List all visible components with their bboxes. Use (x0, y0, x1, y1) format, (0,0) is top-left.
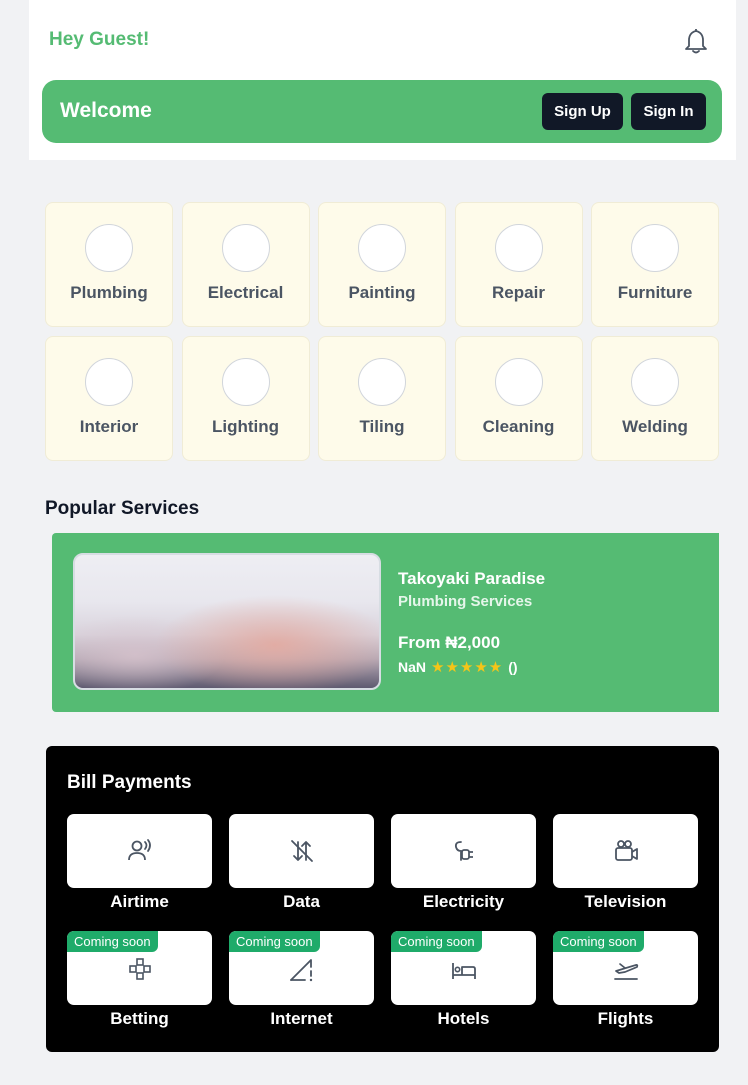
service-price: From ₦2,000 (398, 633, 501, 652)
coming-soon-badge: Coming soon (553, 931, 644, 952)
coming-soon-badge: Coming soon (229, 931, 320, 952)
bill-item-box (553, 814, 698, 888)
category-tile-interior[interactable]: Interior (45, 336, 173, 461)
category-label: Welding (622, 417, 688, 436)
category-tile-repair[interactable]: Repair (454, 202, 583, 327)
bill-item-betting[interactable]: Coming soon Betting (67, 931, 212, 1046)
bill-item-television[interactable]: Television (553, 814, 698, 929)
television-camera-icon (615, 840, 638, 861)
bill-item-label: Electricity (422, 892, 505, 911)
service-name: Takoyaki Paradise (398, 569, 546, 588)
category-image-placeholder (631, 358, 679, 406)
bill-item-label: Internet (270, 1009, 333, 1028)
sign-in-button[interactable]: Sign In (631, 93, 706, 130)
bill-item-box (67, 814, 212, 888)
welcome-text: Welcome (60, 99, 152, 122)
bill-item-label: Airtime (110, 892, 169, 911)
coming-soon-badge: Coming soon (67, 931, 158, 952)
category-tile-furniture[interactable]: Furniture (591, 202, 719, 327)
review-count: () (508, 659, 518, 675)
category-tile-plumbing[interactable]: Plumbing (45, 202, 173, 327)
bill-payments-panel: Bill Payments Airtime Data Electricity T… (46, 746, 719, 1052)
category-label: Plumbing (70, 283, 148, 302)
category-image-placeholder (494, 224, 543, 272)
service-card[interactable]: Takoyaki Paradise Plumbing Services From… (52, 533, 719, 712)
category-grid: Plumbing Electrical Painting Repair Furn… (45, 202, 720, 461)
category-label: Interior (79, 417, 139, 436)
category-tile-lighting[interactable]: Lighting (181, 336, 310, 461)
bill-item-box: Coming soon (67, 931, 212, 1005)
category-image-placeholder (358, 224, 406, 272)
bill-item-box (229, 814, 374, 888)
sign-up-button[interactable]: Sign Up (542, 93, 623, 130)
category-image-placeholder (358, 358, 406, 406)
airtime-icon (128, 839, 151, 861)
category-label: Electrical (207, 283, 284, 302)
greeting-text: Hey Guest! (49, 29, 150, 50)
bill-item-label: Data (283, 892, 320, 911)
bill-item-box (391, 814, 536, 888)
welcome-banner: Welcome Sign Up Sign In (42, 80, 722, 143)
bill-payments-title: Bill Payments (67, 772, 192, 793)
bill-item-box: Coming soon (553, 931, 698, 1005)
bill-item-data[interactable]: Data (229, 814, 374, 929)
category-image-placeholder (221, 358, 270, 406)
bill-item-box: Coming soon (391, 931, 536, 1005)
flight-takeoff-icon (614, 963, 639, 980)
top-header: Hey Guest! Welcome Sign Up Sign In (29, 0, 736, 160)
category-image-placeholder (494, 358, 543, 406)
electricity-plug-icon (454, 841, 473, 861)
category-label: Furniture (617, 283, 693, 302)
bill-item-internet[interactable]: Coming soon Internet (229, 931, 374, 1046)
category-label: Painting (348, 283, 416, 302)
hotel-bed-icon (452, 963, 476, 979)
service-rating: NaN ★★★★★ () (398, 658, 518, 676)
bill-item-label: Flights (597, 1009, 654, 1028)
bill-item-flights[interactable]: Coming soon Flights (553, 931, 698, 1046)
data-icon (291, 840, 313, 862)
category-tile-electrical[interactable]: Electrical (181, 202, 310, 327)
service-category: Plumbing Services (398, 593, 533, 610)
service-image (73, 553, 381, 690)
bill-item-label: Betting (110, 1009, 169, 1028)
internet-signal-icon (290, 959, 313, 982)
betting-gamepad-icon (129, 958, 151, 980)
bill-item-hotels[interactable]: Coming soon Hotels (391, 931, 536, 1046)
category-image-placeholder (221, 224, 270, 272)
category-tile-tiling[interactable]: Tiling (318, 336, 446, 461)
category-label: Lighting (211, 417, 280, 436)
category-image-placeholder (85, 224, 133, 272)
category-tile-painting[interactable]: Painting (318, 202, 446, 327)
category-label: Cleaning (482, 417, 555, 436)
category-label: Tiling (359, 417, 405, 436)
bell-icon[interactable] (682, 26, 710, 56)
bill-item-electricity[interactable]: Electricity (391, 814, 536, 929)
bill-item-label: Television (584, 892, 667, 911)
popular-services-title: Popular Services (45, 498, 200, 519)
category-image-placeholder (631, 224, 679, 272)
category-image-placeholder (85, 358, 133, 406)
category-tile-welding[interactable]: Welding (591, 336, 719, 461)
bill-item-box: Coming soon (229, 931, 374, 1005)
rating-value: NaN (398, 659, 427, 675)
bill-item-airtime[interactable]: Airtime (67, 814, 212, 929)
bill-item-label: Hotels (437, 1009, 490, 1028)
star-rating-icon: ★★★★★ (431, 659, 504, 676)
category-tile-cleaning[interactable]: Cleaning (454, 336, 583, 461)
coming-soon-badge: Coming soon (391, 931, 482, 952)
category-label: Repair (492, 283, 545, 302)
